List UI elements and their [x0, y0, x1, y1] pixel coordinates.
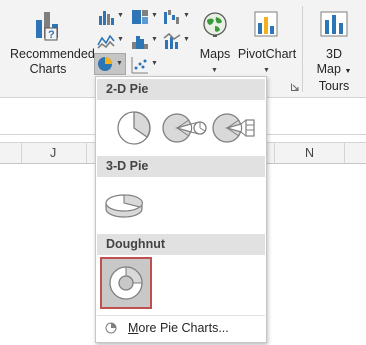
- pie-chart-icon: [117, 111, 151, 145]
- waterfall-icon: [164, 10, 179, 24]
- column-divider: [344, 143, 345, 163]
- recommended-charts-label-2: Charts: [29, 62, 67, 76]
- recommended-charts-label-1: Recommended: [10, 47, 95, 61]
- 3d-map-label-2: Map ▼: [306, 62, 362, 79]
- chevron-down-icon: ▼: [151, 60, 158, 67]
- more-pie-charts-accelerator: M: [128, 321, 139, 335]
- pie-chart-icon: [98, 57, 112, 71]
- tours-group-label: Tours: [318, 79, 350, 93]
- section-header-doughnut: Doughnut: [97, 234, 265, 255]
- recommended-charts-icon: ?: [36, 12, 58, 41]
- pivotchart-button[interactable]: PivotChart ▼: [236, 4, 298, 78]
- section-header-2d-pie: 2-D Pie: [97, 79, 265, 100]
- group-separator: [302, 6, 303, 92]
- chevron-down-icon: ▼: [117, 36, 124, 43]
- more-pie-charts-link[interactable]: More Pie Charts...: [97, 315, 265, 340]
- bar-of-pie-icon: [212, 113, 255, 143]
- column-divider: [274, 143, 275, 163]
- column-chart-button[interactable]: ▼: [97, 7, 125, 27]
- pivotchart-icon: [254, 11, 278, 37]
- pie-of-pie-option[interactable]: [159, 104, 207, 152]
- line-chart-icon: [97, 34, 115, 49]
- pie-chart-button[interactable]: ▼: [94, 53, 126, 75]
- section-header-3d-pie: 3-D Pie: [97, 156, 265, 177]
- chevron-down-icon: ▼: [116, 60, 123, 67]
- doughnut-icon: [109, 266, 143, 300]
- column-divider: [21, 143, 22, 163]
- scatter-chart-icon: [131, 57, 148, 74]
- svg-text:?: ?: [48, 29, 55, 41]
- pie-chart-dropdown: 2-D Pie 3-D Pie Doughnut More Pie Charts…: [95, 76, 267, 343]
- maps-label: Maps: [199, 47, 231, 61]
- 3d-map-label-text: Map: [316, 62, 341, 76]
- statistic-chart-button[interactable]: ▼: [131, 31, 159, 51]
- more-pie-charts-text: ore Pie Charts...: [138, 321, 229, 335]
- chevron-down-icon: ▼: [183, 36, 190, 43]
- waterfall-chart-button[interactable]: ▼: [163, 7, 191, 27]
- chevron-down-icon: ▼: [263, 67, 270, 74]
- 3d-map-button[interactable]: 3D Map ▼: [306, 4, 362, 78]
- 3d-pie-option[interactable]: [100, 179, 148, 227]
- treemap-icon: [132, 10, 148, 24]
- chevron-down-icon: ▼: [151, 12, 158, 19]
- maps-button[interactable]: Maps ▼: [196, 4, 234, 78]
- combo-chart-button[interactable]: ▼: [163, 31, 191, 51]
- column-header-n[interactable]: N: [305, 146, 314, 160]
- 3d-map-icon: [320, 11, 348, 37]
- combo-chart-icon: [163, 32, 181, 49]
- column-divider: [86, 143, 87, 163]
- chevron-down-icon: ▼: [117, 12, 124, 19]
- bar-of-pie-option[interactable]: [209, 104, 257, 152]
- chevron-down-icon: ▼: [344, 68, 352, 75]
- chevron-down-icon: ▼: [211, 67, 218, 74]
- scatter-chart-button[interactable]: ▼: [131, 55, 159, 75]
- pie-of-pie-icon: [162, 113, 207, 143]
- more-pie-charts-label: More Pie Charts...: [128, 321, 229, 335]
- chevron-down-icon: ▼: [151, 36, 158, 43]
- pie-option[interactable]: [110, 104, 158, 152]
- globe-icon: [203, 12, 227, 37]
- dialog-launcher-icon[interactable]: [291, 83, 299, 91]
- column-header-j[interactable]: J: [50, 146, 56, 160]
- pivotchart-label: PivotChart: [237, 47, 297, 61]
- pie-3d-icon: [105, 194, 143, 218]
- line-chart-button[interactable]: ▼: [97, 31, 125, 51]
- 3d-map-label-1: 3D: [326, 47, 342, 61]
- recommended-charts-button[interactable]: ? Recommended Charts: [4, 4, 95, 78]
- doughnut-option[interactable]: [100, 257, 152, 309]
- column-chart-icon: [99, 11, 114, 25]
- chevron-down-icon: ▼: [183, 12, 190, 19]
- histogram-icon: [132, 36, 148, 49]
- hierarchy-chart-button[interactable]: ▼: [131, 7, 159, 27]
- pie-chart-icon: [105, 322, 117, 334]
